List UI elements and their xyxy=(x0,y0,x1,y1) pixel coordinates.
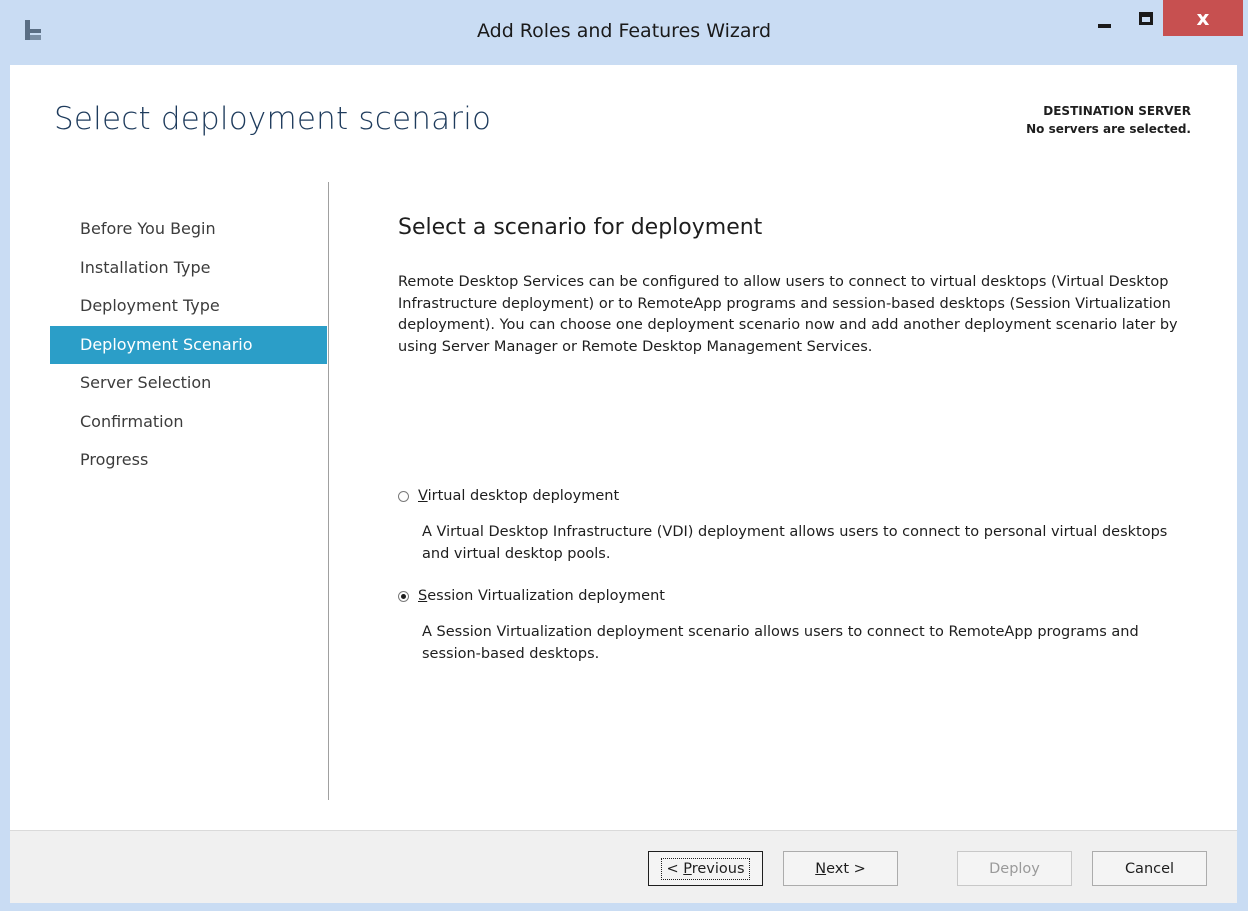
close-button[interactable]: x xyxy=(1163,0,1243,36)
maximize-icon xyxy=(1139,12,1153,25)
nav-item-progress[interactable]: Progress xyxy=(50,441,327,480)
deploy-button[interactable]: Deploy xyxy=(957,851,1072,886)
window-title: Add Roles and Features Wizard xyxy=(476,20,772,42)
minimize-icon xyxy=(1098,24,1111,28)
next-button[interactable]: Next > xyxy=(783,851,898,886)
page-title: Select deployment scenario xyxy=(54,101,492,137)
destination-value: No servers are selected. xyxy=(1026,122,1191,136)
wizard-content: Select deployment scenario DESTINATION S… xyxy=(10,65,1237,903)
destination-label: DESTINATION SERVER xyxy=(1043,104,1191,118)
option-virtual-desktop[interactable]: Virtual desktop deployment xyxy=(398,488,619,504)
title-bar[interactable]: Add Roles and Features Wizard x xyxy=(0,0,1248,65)
wizard-nav: Before You Begin Installation Type Deplo… xyxy=(50,210,327,480)
section-heading: Select a scenario for deployment xyxy=(398,215,763,240)
option-description-session-virtualization: A Session Virtualization deployment scen… xyxy=(422,624,1139,662)
nav-divider xyxy=(328,182,329,800)
cancel-button[interactable]: Cancel xyxy=(1092,851,1207,886)
option-session-virtualization[interactable]: Session Virtualization deployment xyxy=(398,588,665,604)
previous-button[interactable]: < Previous xyxy=(648,851,763,886)
wizard-window: Add Roles and Features Wizard x Select d… xyxy=(0,0,1248,911)
maximize-button[interactable] xyxy=(1125,0,1165,40)
nav-item-confirmation[interactable]: Confirmation xyxy=(50,403,327,442)
nav-item-deployment-scenario[interactable]: Deployment Scenario xyxy=(50,325,327,364)
main-content: Select a scenario for deployment Remote … xyxy=(398,210,1218,662)
nav-item-deployment-type[interactable]: Deployment Type xyxy=(50,287,327,326)
nav-item-server-selection[interactable]: Server Selection xyxy=(50,364,327,403)
radio-virtual-desktop[interactable] xyxy=(398,490,409,502)
option-label-session-virtualization[interactable]: Session Virtualization deployment xyxy=(418,588,665,604)
section-description: Remote Desktop Services can be configure… xyxy=(398,274,1178,355)
option-description-virtual-desktop: A Virtual Desktop Infrastructure (VDI) d… xyxy=(422,524,1168,562)
destination-server: DESTINATION SERVER No servers are select… xyxy=(1026,102,1191,138)
minimize-button[interactable] xyxy=(1085,0,1125,40)
nav-item-installation-type[interactable]: Installation Type xyxy=(50,249,327,288)
option-label-virtual-desktop[interactable]: Virtual desktop deployment xyxy=(418,488,619,504)
nav-item-before-you-begin[interactable]: Before You Begin xyxy=(50,210,327,249)
close-icon: x xyxy=(1196,6,1210,30)
radio-session-virtualization[interactable] xyxy=(398,590,409,602)
